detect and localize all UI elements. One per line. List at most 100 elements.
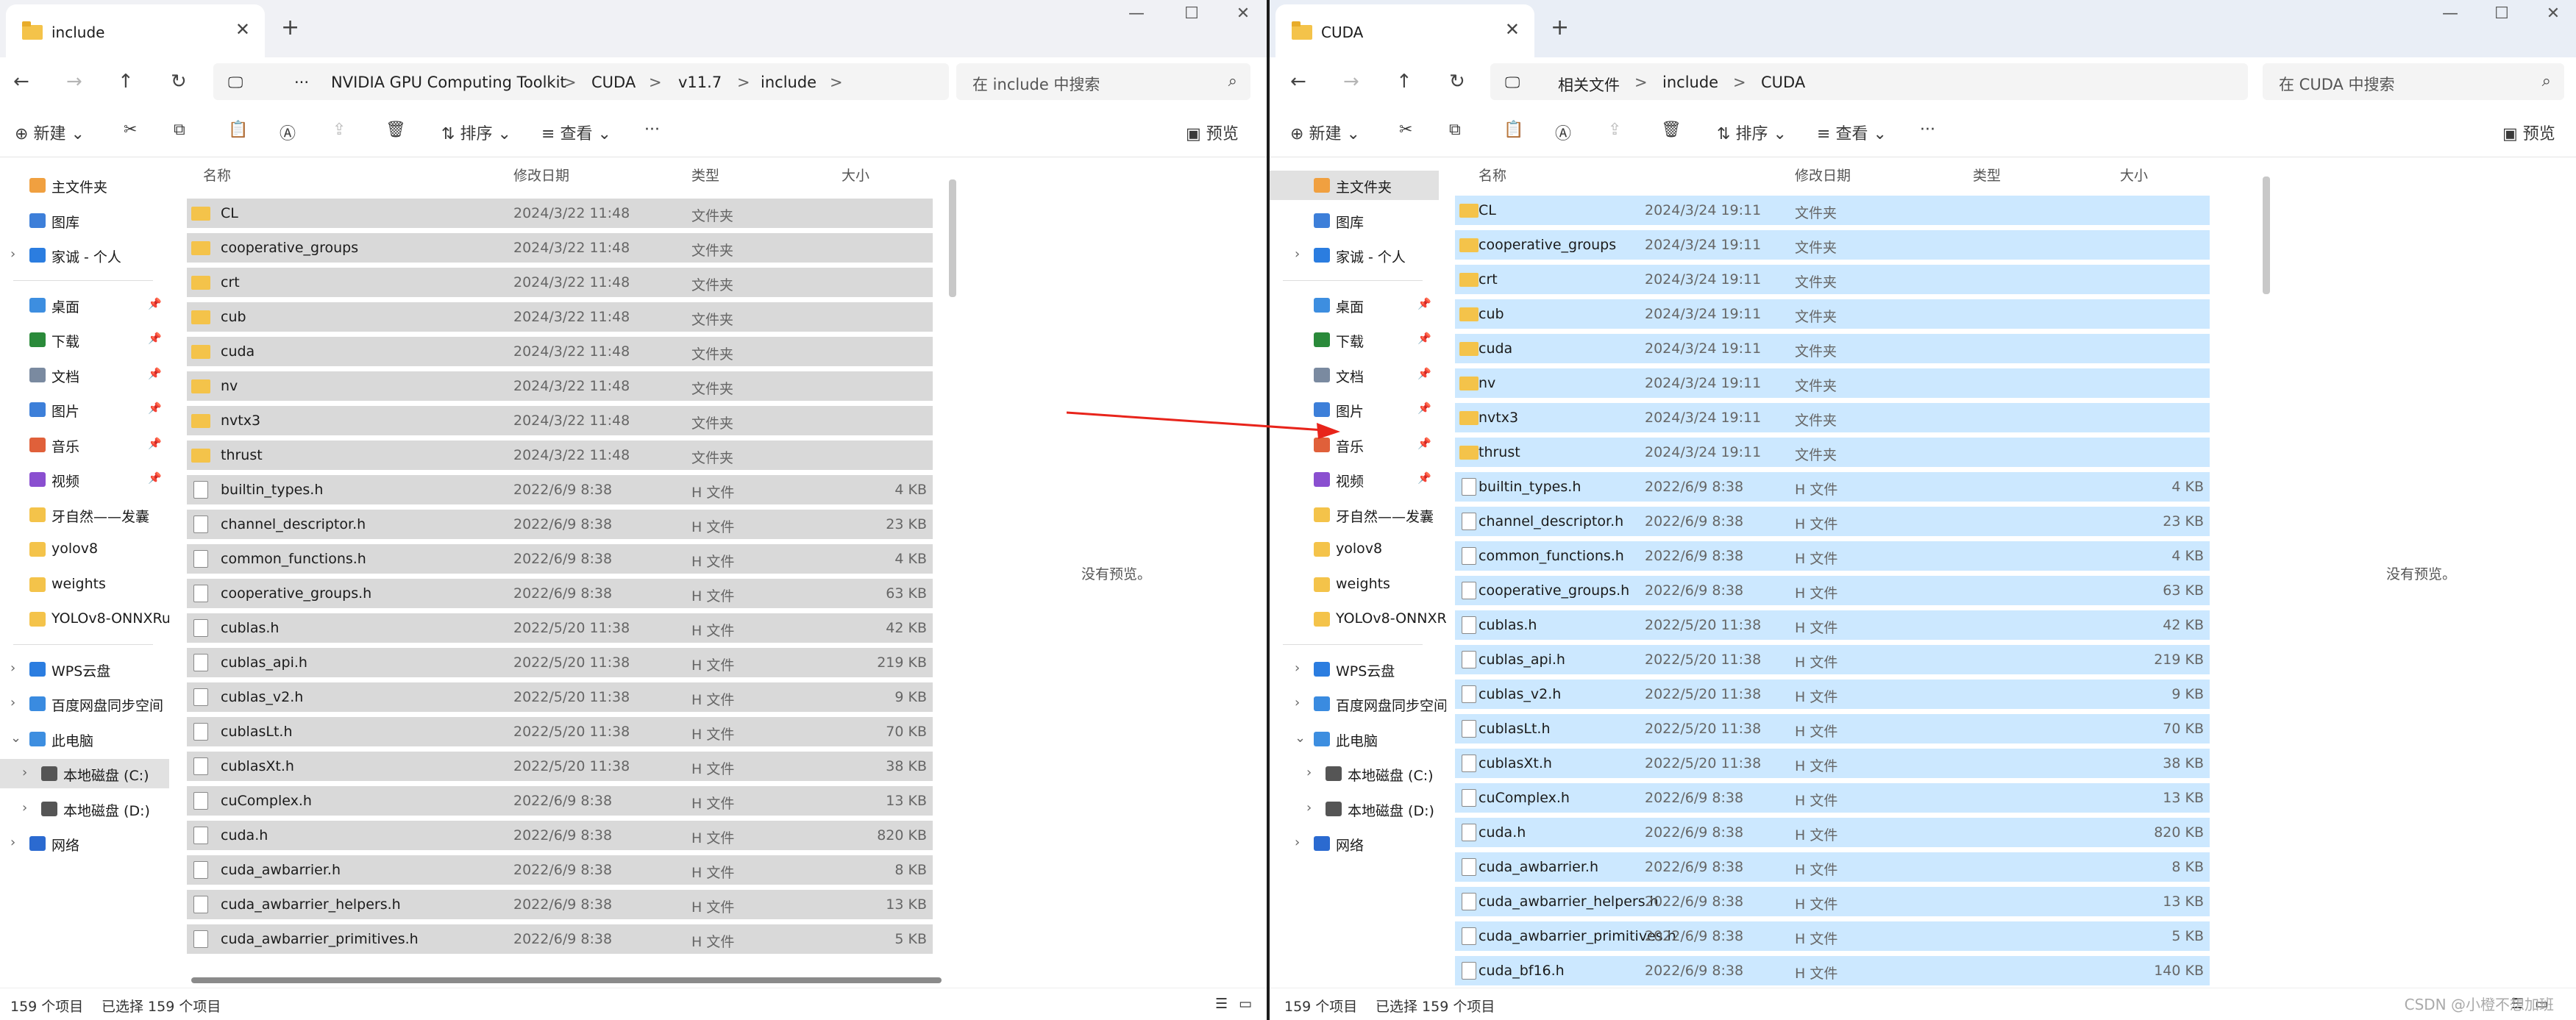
new-button[interactable]: ⊕ 新建 ⌄ [1290,121,1360,144]
file-row[interactable]: cublas_api.h 2022/5/20 11:38 H 文件 219 KB [1455,645,2210,674]
sidebar-item-videos[interactable]: 视频 📌 [1270,465,1439,494]
sidebar-item-f1[interactable]: 牙自然——发囊 [0,500,169,529]
minimize-icon[interactable]: — [1118,4,1155,23]
column-date[interactable]: 修改日期 [513,165,569,185]
details-view-icon[interactable]: ☰ [1215,996,1228,1012]
sidebar-item-wps[interactable]: › WPS云盘 [1270,655,1439,684]
chevron-right-icon[interactable]: › [10,835,15,850]
forward-icon[interactable]: → [1343,71,1359,93]
file-row[interactable]: cooperative_groups 2024/3/24 19:11 文件夹 [1455,230,2210,260]
sidebar-item-family[interactable]: › 家诚 - 个人 [1270,240,1439,270]
chevron-down-icon[interactable]: ⌄ [1295,730,1306,746]
sidebar-item-pc[interactable]: ⌄ 此电脑 [1270,724,1439,754]
chevron-right-icon[interactable]: › [1306,765,1312,780]
sidebar-item-c[interactable]: › 本地磁盘 (C:) [1270,759,1439,788]
file-row[interactable]: cuda_awbarrier.h 2022/6/9 8:38 H 文件 8 KB [1455,852,2210,882]
forward-icon[interactable]: → [66,71,82,93]
search-input[interactable]: 在 include 中搜索 ⌕ [956,63,1250,100]
close-window-icon[interactable]: ✕ [1225,4,1262,23]
back-icon[interactable]: ← [1290,71,1306,93]
sidebar-item-pc[interactable]: ⌄ 此电脑 [0,724,169,754]
chevron-right-icon[interactable]: › [22,800,27,816]
refresh-icon[interactable]: ↻ [1449,71,1465,93]
back-icon[interactable]: ← [13,71,29,93]
sidebar-item-home[interactable]: 主文件夹 [0,171,169,200]
file-row[interactable]: cublas_v2.h 2022/5/20 11:38 H 文件 9 KB [1455,680,2210,709]
chevron-right-icon[interactable]: › [1295,246,1300,262]
column-type[interactable]: 类型 [1973,165,2001,185]
sidebar-item-net[interactable]: › 网络 [0,829,169,858]
file-row[interactable]: cuComplex.h 2022/6/9 8:38 H 文件 13 KB [1455,783,2210,813]
sidebar-item-downloads[interactable]: 下载 📌 [1270,325,1439,354]
chevron-right-icon[interactable]: › [1306,800,1312,816]
file-row[interactable]: cublas_v2.h 2022/5/20 11:38 H 文件 9 KB [187,682,933,712]
chevron-right-icon[interactable]: › [10,660,15,676]
breadcrumb[interactable]: 🖵 相关文件 > include > CUDA [1490,63,2248,100]
sort-button[interactable]: ⇅ 排序 ⌄ [1717,121,1787,144]
column-name[interactable]: 名称 [203,165,231,185]
file-row[interactable]: cublas.h 2022/5/20 11:38 H 文件 42 KB [187,613,933,643]
file-row[interactable]: nvtx3 2024/3/22 11:48 文件夹 [187,406,933,435]
file-row[interactable]: cublas.h 2022/5/20 11:38 H 文件 42 KB [1455,610,2210,640]
file-row[interactable]: thrust 2024/3/22 11:48 文件夹 [187,441,933,470]
file-row[interactable]: cuda_awbarrier_primitives.h 2022/6/9 8:38… [1455,921,2210,951]
sidebar-item-f1[interactable]: 牙自然——发囊 [1270,500,1439,529]
column-size[interactable]: 大小 [842,165,869,185]
sidebar-item-gallery[interactable]: 图库 [0,206,169,235]
rename-icon[interactable]: Ⓐ [1555,121,1571,144]
file-row[interactable]: cuda_awbarrier.h 2022/6/9 8:38 H 文件 8 KB [187,855,933,885]
file-row[interactable]: cuda_awbarrier_helpers.h 2022/6/9 8:38 H 文… [1455,887,2210,916]
column-type[interactable]: 类型 [691,165,719,185]
crumb-item[interactable]: NVIDIA GPU Computing Toolkit [331,74,566,91]
vertical-scrollbar[interactable] [949,179,956,297]
sidebar-item-net[interactable]: › 网络 [1270,829,1439,858]
file-row[interactable]: nv 2024/3/22 11:48 文件夹 [187,371,933,401]
file-row[interactable]: cublasXt.h 2022/5/20 11:38 H 文件 38 KB [1455,749,2210,778]
file-row[interactable]: cooperative_groups.h 2022/6/9 8:38 H 文件 63 … [187,579,933,608]
sidebar-item-pictures[interactable]: 图片 📌 [0,395,169,424]
crumb-item[interactable]: CUDA [1761,74,1805,91]
sidebar-item-f3[interactable]: weights [1270,570,1439,599]
chevron-right-icon[interactable]: › [22,765,27,780]
sidebar-item-music[interactable]: 音乐 📌 [0,430,169,460]
sidebar-item-documents[interactable]: 文档 📌 [1270,360,1439,390]
close-tab-icon[interactable]: ✕ [1505,19,1520,40]
new-tab-icon[interactable]: + [1551,15,1569,40]
tab-cuda[interactable]: CUDA ✕ [1275,4,1534,57]
file-row[interactable]: cublasLt.h 2022/5/20 11:38 H 文件 70 KB [187,717,933,746]
delete-icon[interactable]: 🗑 [385,121,406,139]
close-tab-icon[interactable]: ✕ [235,19,250,40]
chevron-right-icon[interactable]: › [1295,695,1300,710]
sidebar-item-baidu[interactable]: › 百度网盘同步空间 [1270,689,1448,718]
sidebar-item-gallery[interactable]: 图库 [1270,206,1439,235]
preview-button[interactable]: ▣ 预览 [1186,121,1239,144]
paste-icon[interactable]: 📋 [228,121,248,139]
cut-icon[interactable]: ✂ [1399,121,1412,139]
file-row[interactable]: builtin_types.h 2022/6/9 8:38 H 文件 4 KB [187,475,933,504]
view-button[interactable]: ≡ 查看 ⌄ [541,121,611,144]
close-window-icon[interactable]: ✕ [2535,4,2572,23]
sidebar-item-pictures[interactable]: 图片 📌 [1270,395,1439,424]
file-row[interactable]: nvtx3 2024/3/24 19:11 文件夹 [1455,403,2210,432]
crumb-item[interactable]: include [1662,74,1718,91]
file-row[interactable]: cublasLt.h 2022/5/20 11:38 H 文件 70 KB [1455,714,2210,743]
sidebar-item-videos[interactable]: 视频 📌 [0,465,169,494]
new-button[interactable]: ⊕ 新建 ⌄ [15,121,85,144]
new-tab-icon[interactable]: + [281,15,299,40]
file-row[interactable]: common_functions.h 2022/6/9 8:38 H 文件 4 KB [1455,541,2210,571]
sort-button[interactable]: ⇅ 排序 ⌄ [441,121,511,144]
more-button[interactable]: ··· [1920,121,1935,139]
sidebar-item-c[interactable]: › 本地磁盘 (C:) [0,759,169,788]
copy-icon[interactable]: ⧉ [174,121,185,139]
file-row[interactable]: channel_descriptor.h 2022/6/9 8:38 H 文件 23 … [187,510,933,539]
file-row[interactable]: cublasXt.h 2022/5/20 11:38 H 文件 38 KB [187,752,933,781]
file-row[interactable]: thrust 2024/3/24 19:11 文件夹 [1455,438,2210,467]
file-row[interactable]: crt 2024/3/24 19:11 文件夹 [1455,265,2210,294]
sidebar-item-baidu[interactable]: › 百度网盘同步空间 [0,689,169,718]
file-row[interactable]: CL 2024/3/22 11:48 文件夹 [187,199,933,228]
crumb-item[interactable]: CUDA [591,74,636,91]
sidebar-item-f2[interactable]: yolov8 [1270,535,1439,564]
share-icon[interactable]: ⇪ [332,121,346,139]
crumb-item[interactable]: v11.7 [678,74,722,91]
refresh-icon[interactable]: ↻ [171,71,187,93]
